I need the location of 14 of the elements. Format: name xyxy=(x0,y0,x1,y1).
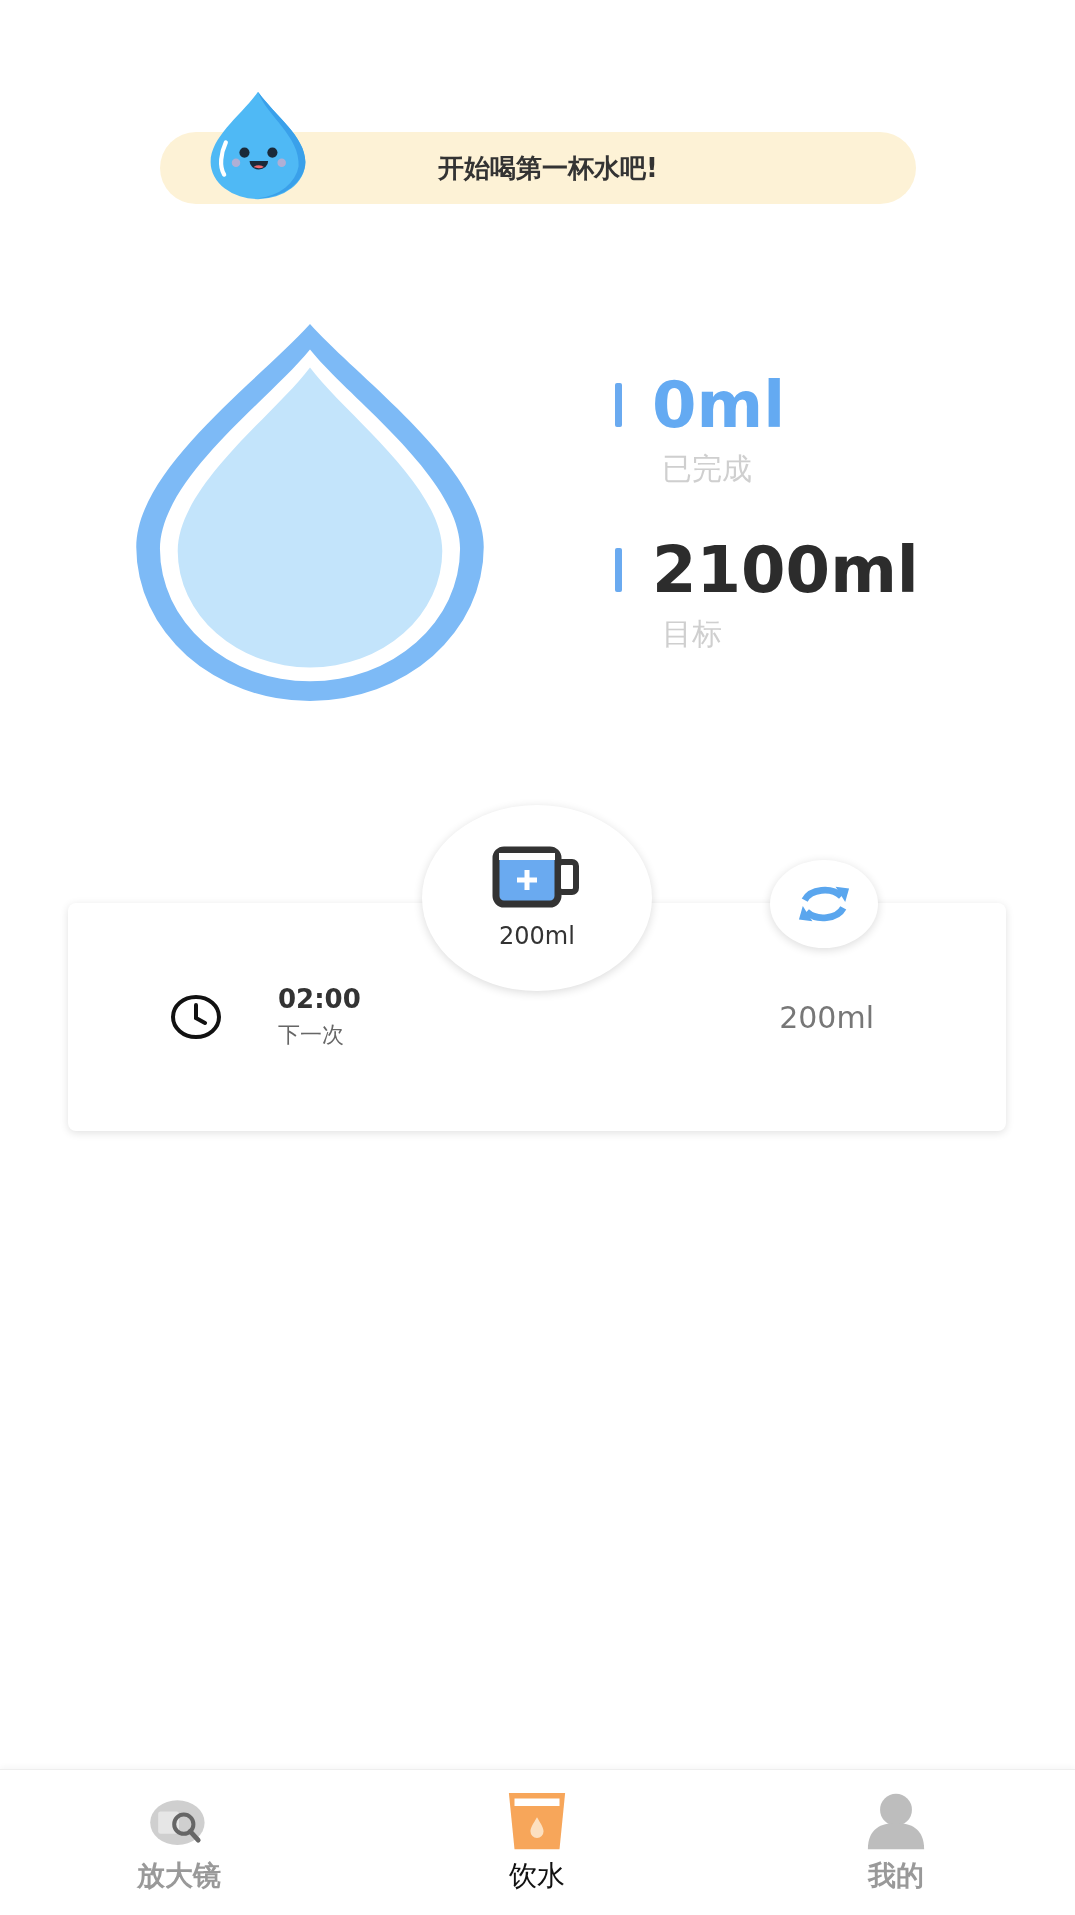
cup-size: 200ml xyxy=(779,999,874,1035)
add-drink-button[interactable]: 200ml xyxy=(422,805,652,991)
nav-tab[interactable]: 饮水 xyxy=(457,1790,618,1895)
accent-bar xyxy=(615,548,622,592)
next-time: 02:00 xyxy=(278,984,361,1014)
swap-cup-button[interactable] xyxy=(770,860,878,948)
amount-value: 0ml xyxy=(652,367,786,444)
next-label: 下一次 xyxy=(278,1021,345,1049)
amount-value: 2100ml xyxy=(652,532,919,609)
clock-icon xyxy=(170,994,222,1040)
refresh-icon xyxy=(797,884,851,924)
banner-text: 开始喝第一杯水吧! xyxy=(438,151,658,185)
accent-bar xyxy=(615,383,622,427)
mug-plus-icon xyxy=(492,846,582,908)
